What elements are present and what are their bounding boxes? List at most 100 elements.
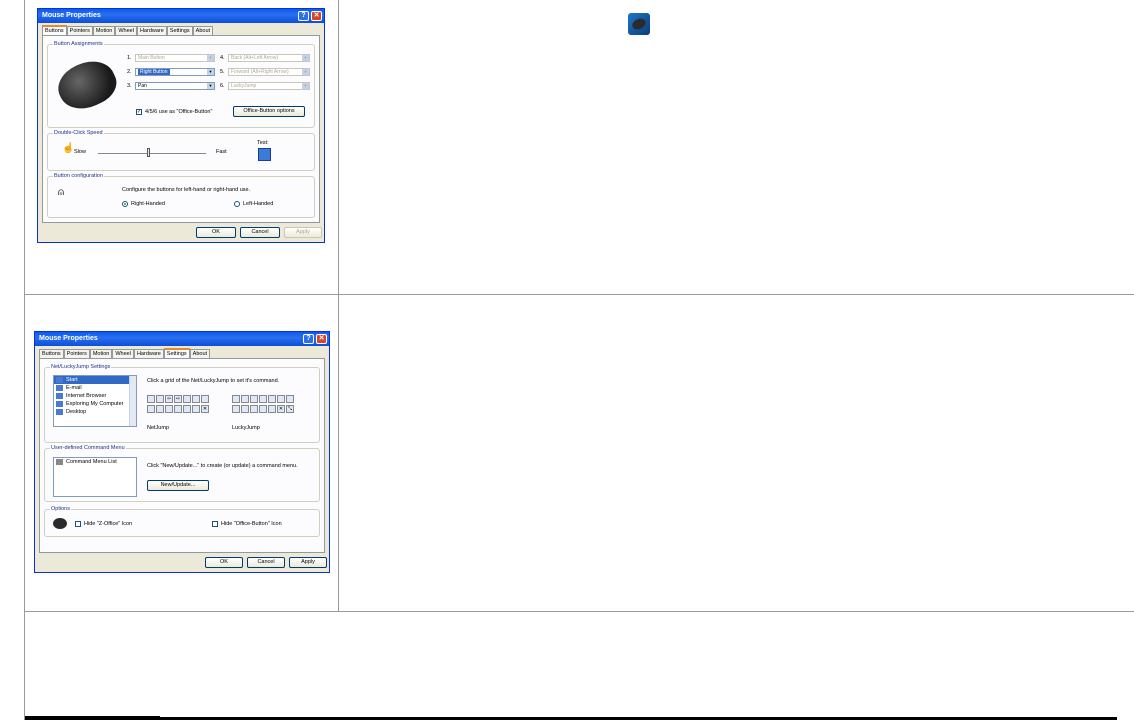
test-label: Test:: [257, 140, 269, 146]
new-update-button[interactable]: New/Update...: [147, 480, 209, 491]
assignment-number: 1.: [127, 55, 132, 61]
close-icon[interactable]: ✕: [311, 11, 322, 21]
grid-cell-icon[interactable]: [156, 395, 164, 403]
list-item[interactable]: Internet Browser: [54, 392, 136, 400]
list-item[interactable]: E-mail: [54, 384, 136, 392]
left-handed-radio[interactable]: [234, 201, 240, 207]
list-item-label: Start: [66, 377, 78, 383]
office-button-checkbox[interactable]: ✓: [136, 109, 142, 115]
grid-cell-icon[interactable]: [259, 395, 267, 403]
grid-cell-icon[interactable]: [286, 395, 294, 403]
tab-motion[interactable]: Motion: [89, 349, 113, 358]
ok-button[interactable]: OK: [196, 227, 236, 238]
grid-cell-icon[interactable]: [232, 395, 240, 403]
list-item[interactable]: Command Menu List: [54, 458, 136, 466]
tab-about[interactable]: About: [189, 349, 211, 358]
hide-office-button-checkbox[interactable]: [212, 521, 218, 527]
group-title: Button configuration: [53, 173, 104, 179]
chevron-down-icon: ▼: [302, 83, 309, 89]
combo-value: LuckyJump: [231, 83, 257, 89]
office-button-options-button[interactable]: Office-Button options: [233, 106, 305, 117]
combo-value: Right Button: [138, 69, 170, 75]
tab-pointers[interactable]: Pointers: [66, 26, 93, 35]
assignment-4-combo[interactable]: Back (Alt+Left Arrow) ▼: [228, 54, 310, 62]
cancel-button[interactable]: Cancel: [240, 227, 280, 238]
grid-cell-icon[interactable]: [232, 405, 240, 413]
hide-z-office-checkbox[interactable]: [75, 521, 81, 527]
grid-cell-icon[interactable]: [174, 405, 182, 413]
assignment-6-combo[interactable]: LuckyJump ▼: [228, 82, 310, 90]
group-title: User-defined Command Menu: [50, 445, 126, 451]
apply-button[interactable]: Apply: [284, 227, 322, 238]
grid-cell-icon[interactable]: [250, 395, 258, 403]
tab-buttons[interactable]: Buttons: [42, 25, 67, 35]
group-title: Double-Click Speed: [53, 130, 104, 136]
grid-cell-icon[interactable]: [183, 395, 191, 403]
tab-bar: Buttons Pointers Motion Wheel Hardware S…: [42, 25, 214, 35]
command-menu-listbox[interactable]: Command Menu List: [53, 457, 137, 497]
assignment-1-combo[interactable]: Main Button ▼: [135, 54, 215, 62]
ok-button[interactable]: OK: [205, 557, 243, 568]
grid-cell-icon[interactable]: [268, 395, 276, 403]
grid-cell-icon[interactable]: [241, 395, 249, 403]
grid-cell-icon[interactable]: [241, 405, 249, 413]
grid-cell-icon[interactable]: [201, 395, 209, 403]
hide-office-button-label: Hide "Office-Button" Icon: [221, 521, 282, 527]
tab-wheel[interactable]: Wheel: [112, 349, 134, 358]
tab-buttons[interactable]: Buttons: [39, 349, 64, 358]
command-listbox[interactable]: Start E-mail Internet Browser Exploring …: [53, 375, 137, 427]
fast-label: Fast: [216, 149, 227, 155]
cancel-button[interactable]: Cancel: [247, 557, 285, 568]
email-icon: [56, 385, 63, 391]
grid-cell-icon[interactable]: [277, 395, 285, 403]
list-item[interactable]: Start: [54, 376, 136, 384]
close-x-icon[interactable]: ✕: [277, 405, 285, 413]
menu-list-icon: [56, 459, 63, 465]
list-item[interactable]: Desktop: [54, 408, 136, 416]
tab-hardware[interactable]: Hardware: [133, 349, 164, 358]
grid-cell-icon[interactable]: [259, 405, 267, 413]
grid-cell-icon[interactable]: [250, 405, 258, 413]
back-arrow-icon[interactable]: ⇦: [165, 395, 173, 403]
grid-instructions: Click a grid of the Net/LuckyJump to set…: [147, 378, 280, 384]
office-checkbox-label: 4/5/6 use as "Office-Button": [145, 109, 213, 115]
tab-settings[interactable]: Settings: [166, 26, 193, 35]
grid-cell-icon[interactable]: [268, 405, 276, 413]
mouse-properties-dialog-settings: Mouse Properties ? ✕ Buttons Pointers Mo…: [34, 331, 330, 573]
close-icon[interactable]: ✕: [316, 334, 327, 344]
grid-cell-icon[interactable]: [147, 405, 155, 413]
title-bar: Mouse Properties ? ✕: [35, 332, 329, 346]
tab-wheel[interactable]: Wheel: [115, 26, 137, 35]
test-folder-icon[interactable]: [258, 148, 271, 161]
grid-cell-icon[interactable]: [156, 405, 164, 413]
bottom-rule: [25, 717, 1117, 720]
grid-cell-icon[interactable]: [192, 405, 200, 413]
list-item[interactable]: Exploring My Computer: [54, 400, 136, 408]
help-icon[interactable]: ?: [303, 334, 314, 344]
tab-hardware[interactable]: Hardware: [136, 26, 167, 35]
close-x-icon[interactable]: ✕: [201, 405, 209, 413]
left-handed-label: Left-Handed: [243, 201, 274, 207]
resize-arrow-icon[interactable]: ⤡: [286, 405, 294, 413]
help-icon[interactable]: ?: [298, 11, 309, 21]
assignment-3-combo[interactable]: Pan ▼: [135, 82, 215, 90]
computer-icon: [56, 401, 63, 407]
tab-motion[interactable]: Motion: [92, 26, 116, 35]
assignment-2-combo[interactable]: Right Button ▼: [135, 68, 215, 76]
grid-cell-icon[interactable]: [192, 395, 200, 403]
double-click-slider[interactable]: [146, 148, 150, 157]
desktop-icon: [56, 409, 63, 415]
tab-settings[interactable]: Settings: [163, 348, 190, 358]
scrollbar[interactable]: [129, 376, 136, 426]
assignment-5-combo[interactable]: Forward (Alt+Right Arrow) ▼: [228, 68, 310, 76]
tab-bar: Buttons Pointers Motion Wheel Hardware S…: [39, 348, 211, 358]
right-handed-radio[interactable]: [122, 201, 128, 207]
grid-cell-icon[interactable]: [147, 395, 155, 403]
tab-about[interactable]: About: [192, 26, 214, 35]
grid-cell-icon[interactable]: [165, 405, 173, 413]
tab-pointers[interactable]: Pointers: [63, 349, 90, 358]
apply-button[interactable]: Apply: [289, 557, 327, 568]
user-defined-menu-group: User-defined Command Menu Command Menu L…: [44, 445, 320, 502]
grid-cell-icon[interactable]: [183, 405, 191, 413]
forward-arrow-icon[interactable]: ⇨: [174, 395, 182, 403]
